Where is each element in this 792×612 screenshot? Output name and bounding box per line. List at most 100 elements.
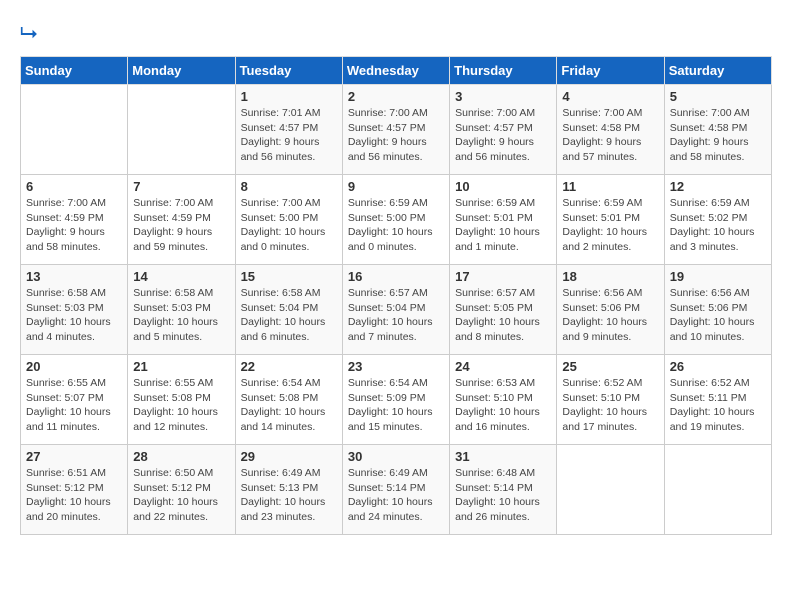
calendar-header-row: SundayMondayTuesdayWednesdayThursdayFrid… xyxy=(21,57,772,85)
day-info: Sunrise: 6:58 AM Sunset: 5:03 PM Dayligh… xyxy=(133,286,229,345)
weekday-header-thursday: Thursday xyxy=(450,57,557,85)
calendar-cell: 31Sunrise: 6:48 AM Sunset: 5:14 PM Dayli… xyxy=(450,445,557,535)
calendar-table: SundayMondayTuesdayWednesdayThursdayFrid… xyxy=(20,56,772,535)
weekday-header-saturday: Saturday xyxy=(664,57,771,85)
calendar-cell: 11 Sunrise: 6:59 AM Sunset: 5:01 PM Dayli… xyxy=(557,175,664,265)
calendar-cell: 19 Sunrise: 6:56 AM Sunset: 5:06 PM Dayli… xyxy=(664,265,771,355)
day-info: Sunrise: 6:57 AM Sunset: 5:04 PM Dayligh… xyxy=(348,286,444,345)
calendar-cell: 3 Sunrise: 7:00 AM Sunset: 4:57 PM Daylig… xyxy=(450,85,557,175)
day-info: Sunrise: 6:49 AM Sunset: 5:14 PM Dayligh… xyxy=(348,466,444,525)
day-info: Sunrise: 6:56 AM Sunset: 5:06 PM Dayligh… xyxy=(562,286,658,345)
calendar-cell: 27 Sunrise: 6:51 AM Sunset: 5:12 PM Dayli… xyxy=(21,445,128,535)
day-number: 8 xyxy=(241,179,337,194)
day-info: Sunrise: 7:01 AM Sunset: 4:57 PM Dayligh… xyxy=(241,106,337,165)
day-number: 18 xyxy=(562,269,658,284)
day-info: Sunrise: 7:00 AM Sunset: 4:58 PM Dayligh… xyxy=(562,106,658,165)
calendar-week-row: 27 Sunrise: 6:51 AM Sunset: 5:12 PM Dayli… xyxy=(21,445,772,535)
day-number: 16 xyxy=(348,269,444,284)
calendar-cell: 15Sunrise: 6:58 AM Sunset: 5:04 PM Dayli… xyxy=(235,265,342,355)
day-number: 28 xyxy=(133,449,229,464)
day-number: 23 xyxy=(348,359,444,374)
day-number: 6 xyxy=(26,179,122,194)
day-number: 26 xyxy=(670,359,766,374)
calendar-cell: 22Sunrise: 6:54 AM Sunset: 5:08 PM Dayli… xyxy=(235,355,342,445)
calendar-cell: 13 Sunrise: 6:58 AM Sunset: 5:03 PM Dayli… xyxy=(21,265,128,355)
day-number: 7 xyxy=(133,179,229,194)
day-info: Sunrise: 6:58 AM Sunset: 5:03 PM Dayligh… xyxy=(26,286,122,345)
calendar-cell: 30 Sunrise: 6:49 AM Sunset: 5:14 PM Dayli… xyxy=(342,445,449,535)
calendar-week-row: 6 Sunrise: 7:00 AM Sunset: 4:59 PM Daylig… xyxy=(21,175,772,265)
calendar-cell: 23Sunrise: 6:54 AM Sunset: 5:09 PM Dayli… xyxy=(342,355,449,445)
day-info: Sunrise: 7:00 AM Sunset: 4:57 PM Dayligh… xyxy=(455,106,551,165)
calendar-cell: 17 Sunrise: 6:57 AM Sunset: 5:05 PM Dayli… xyxy=(450,265,557,355)
calendar-cell: 2 Sunrise: 7:00 AM Sunset: 4:57 PM Daylig… xyxy=(342,85,449,175)
weekday-header-friday: Friday xyxy=(557,57,664,85)
day-info: Sunrise: 7:00 AM Sunset: 5:00 PM Dayligh… xyxy=(241,196,337,255)
logo: ⮡ xyxy=(20,20,38,46)
calendar-week-row: 13 Sunrise: 6:58 AM Sunset: 5:03 PM Dayli… xyxy=(21,265,772,355)
day-info: Sunrise: 6:52 AM Sunset: 5:11 PM Dayligh… xyxy=(670,376,766,435)
calendar-cell: 25 Sunrise: 6:52 AM Sunset: 5:10 PM Dayli… xyxy=(557,355,664,445)
day-number: 20 xyxy=(26,359,122,374)
calendar-cell xyxy=(557,445,664,535)
calendar-cell xyxy=(664,445,771,535)
day-number: 14 xyxy=(133,269,229,284)
day-number: 31 xyxy=(455,449,551,464)
calendar-cell: 24 Sunrise: 6:53 AM Sunset: 5:10 PM Dayli… xyxy=(450,355,557,445)
weekday-header-tuesday: Tuesday xyxy=(235,57,342,85)
day-number: 17 xyxy=(455,269,551,284)
day-number: 25 xyxy=(562,359,658,374)
calendar-cell: 7 Sunrise: 7:00 AM Sunset: 4:59 PM Daylig… xyxy=(128,175,235,265)
day-info: Sunrise: 6:59 AM Sunset: 5:00 PM Dayligh… xyxy=(348,196,444,255)
calendar-cell: 10Sunrise: 6:59 AM Sunset: 5:01 PM Dayli… xyxy=(450,175,557,265)
day-number: 24 xyxy=(455,359,551,374)
day-number: 27 xyxy=(26,449,122,464)
day-info: Sunrise: 7:00 AM Sunset: 4:59 PM Dayligh… xyxy=(26,196,122,255)
weekday-header-sunday: Sunday xyxy=(21,57,128,85)
day-number: 13 xyxy=(26,269,122,284)
day-info: Sunrise: 6:55 AM Sunset: 5:07 PM Dayligh… xyxy=(26,376,122,435)
weekday-header-wednesday: Wednesday xyxy=(342,57,449,85)
day-number: 21 xyxy=(133,359,229,374)
day-number: 11 xyxy=(562,179,658,194)
day-number: 2 xyxy=(348,89,444,104)
calendar-cell xyxy=(21,85,128,175)
weekday-header-monday: Monday xyxy=(128,57,235,85)
day-number: 12 xyxy=(670,179,766,194)
calendar-cell: 20 Sunrise: 6:55 AM Sunset: 5:07 PM Dayli… xyxy=(21,355,128,445)
day-info: Sunrise: 6:52 AM Sunset: 5:10 PM Dayligh… xyxy=(562,376,658,435)
calendar-cell: 16 Sunrise: 6:57 AM Sunset: 5:04 PM Dayli… xyxy=(342,265,449,355)
day-info: Sunrise: 6:53 AM Sunset: 5:10 PM Dayligh… xyxy=(455,376,551,435)
calendar-cell: 26 Sunrise: 6:52 AM Sunset: 5:11 PM Dayli… xyxy=(664,355,771,445)
day-info: Sunrise: 6:56 AM Sunset: 5:06 PM Dayligh… xyxy=(670,286,766,345)
calendar-cell: 1 Sunrise: 7:01 AM Sunset: 4:57 PM Daylig… xyxy=(235,85,342,175)
calendar-cell: 8 Sunrise: 7:00 AM Sunset: 5:00 PM Daylig… xyxy=(235,175,342,265)
logo-bird-icon: ⮡ xyxy=(20,20,38,45)
calendar-cell: 18 Sunrise: 6:56 AM Sunset: 5:06 PM Dayli… xyxy=(557,265,664,355)
day-number: 19 xyxy=(670,269,766,284)
calendar-week-row: 20 Sunrise: 6:55 AM Sunset: 5:07 PM Dayli… xyxy=(21,355,772,445)
day-number: 5 xyxy=(670,89,766,104)
day-info: Sunrise: 6:59 AM Sunset: 5:01 PM Dayligh… xyxy=(455,196,551,255)
day-number: 29 xyxy=(241,449,337,464)
day-number: 4 xyxy=(562,89,658,104)
day-info: Sunrise: 6:59 AM Sunset: 5:01 PM Dayligh… xyxy=(562,196,658,255)
day-info: Sunrise: 6:57 AM Sunset: 5:05 PM Dayligh… xyxy=(455,286,551,345)
calendar-cell xyxy=(128,85,235,175)
day-info: Sunrise: 7:00 AM Sunset: 4:59 PM Dayligh… xyxy=(133,196,229,255)
day-info: Sunrise: 6:58 AM Sunset: 5:04 PM Dayligh… xyxy=(241,286,337,345)
calendar-cell: 21 Sunrise: 6:55 AM Sunset: 5:08 PM Dayli… xyxy=(128,355,235,445)
day-info: Sunrise: 7:00 AM Sunset: 4:57 PM Dayligh… xyxy=(348,106,444,165)
calendar-cell: 5Sunrise: 7:00 AM Sunset: 4:58 PM Daylig… xyxy=(664,85,771,175)
day-info: Sunrise: 6:50 AM Sunset: 5:12 PM Dayligh… xyxy=(133,466,229,525)
page-header: ⮡ xyxy=(20,20,772,46)
day-number: 30 xyxy=(348,449,444,464)
day-number: 3 xyxy=(455,89,551,104)
calendar-cell: 4 Sunrise: 7:00 AM Sunset: 4:58 PM Daylig… xyxy=(557,85,664,175)
day-number: 1 xyxy=(241,89,337,104)
day-info: Sunrise: 6:51 AM Sunset: 5:12 PM Dayligh… xyxy=(26,466,122,525)
calendar-cell: 14 Sunrise: 6:58 AM Sunset: 5:03 PM Dayli… xyxy=(128,265,235,355)
calendar-cell: 9Sunrise: 6:59 AM Sunset: 5:00 PM Daylig… xyxy=(342,175,449,265)
day-info: Sunrise: 6:55 AM Sunset: 5:08 PM Dayligh… xyxy=(133,376,229,435)
calendar-cell: 28 Sunrise: 6:50 AM Sunset: 5:12 PM Dayli… xyxy=(128,445,235,535)
